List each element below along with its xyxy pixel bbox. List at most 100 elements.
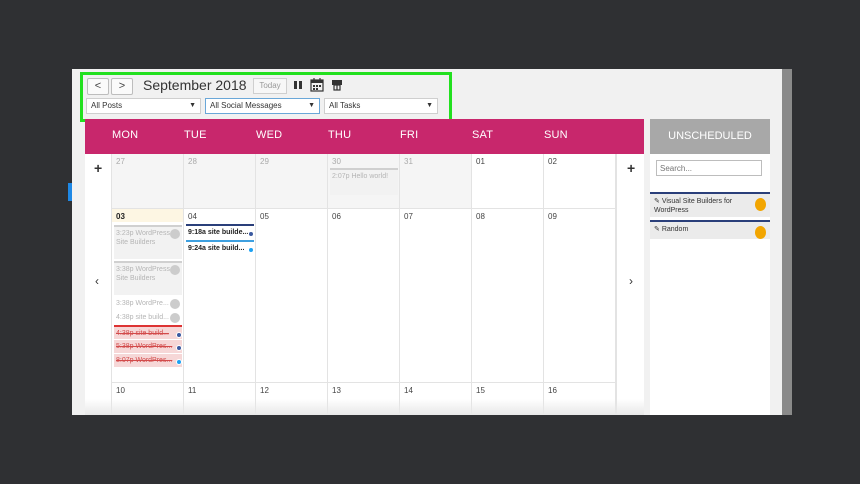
event-label: 3:38p WordPress Site Builders (116, 266, 170, 282)
day-number: 29 (260, 157, 269, 166)
event-label: 9:24a site build... (188, 245, 245, 252)
chevron-down-icon: ▼ (189, 102, 196, 109)
facebook-icon (248, 231, 254, 237)
calendar-app: < > September 2018 Today All Posts ▼ All… (72, 69, 792, 415)
avatar (170, 265, 180, 275)
day-cell[interactable]: 05 (256, 209, 328, 383)
day-cell[interactable]: 27 (112, 154, 184, 209)
day-number: 07 (404, 212, 413, 221)
chevron-down-icon: ▼ (426, 102, 433, 109)
day-cell-today[interactable]: 03 3:23p WordPress Site Builders 3:38p W… (112, 209, 184, 383)
author-avatar (755, 226, 766, 239)
day-cell[interactable]: 06 (328, 209, 400, 383)
day-number: 02 (548, 157, 557, 166)
event-label: 9:18a site builde... (188, 229, 249, 236)
day-number: 11 (188, 386, 197, 395)
event-label: 2:07p Hello world! (332, 173, 389, 180)
pencil-icon: ✎ (654, 226, 662, 233)
failed-event[interactable]: 8:07p WordPres... (114, 354, 182, 367)
add-event-button[interactable]: + (94, 160, 102, 176)
next-month-button[interactable]: > (111, 78, 133, 95)
avatar (170, 229, 180, 239)
calendar-event[interactable]: 2:07p Hello world! (330, 168, 398, 195)
day-cell[interactable]: 08 (472, 209, 544, 383)
day-cell[interactable]: 29 (256, 154, 328, 209)
calendar-event[interactable]: 3:23p WordPress Site Builders (114, 225, 182, 259)
pause-icon[interactable] (291, 77, 305, 93)
day-cell[interactable]: 28 (184, 154, 256, 209)
day-number: 15 (476, 386, 485, 395)
day-cell[interactable]: 04 9:18a site builde... 9:24a site build… (184, 209, 256, 383)
calendar-event[interactable]: 3:38p WordPress Site Builders (114, 261, 182, 295)
day-number: 28 (188, 157, 197, 166)
twitter-icon (248, 247, 254, 253)
prev-month-button[interactable]: < (87, 78, 109, 95)
social-messages-filter-select[interactable]: All Social Messages ▼ (205, 98, 320, 114)
avatar (170, 299, 180, 309)
social-messages-filter-value: All Social Messages (210, 101, 282, 110)
failed-event[interactable]: 4:38p site build... (114, 325, 182, 339)
dayname-mon: MON (112, 129, 139, 141)
day-cell[interactable]: 01 (472, 154, 544, 209)
event-label: 3:38p WordPre... (116, 300, 169, 307)
day-cell[interactable]: 09 (544, 209, 616, 383)
facebook-icon (176, 345, 182, 351)
calendar-icon[interactable] (310, 77, 324, 93)
unscheduled-item[interactable]: ✎ Random (650, 220, 770, 239)
author-avatar (755, 198, 766, 211)
tasks-filter-value: All Tasks (329, 101, 361, 110)
add-event-button[interactable]: + (627, 160, 635, 176)
calendar-grid: + ‹ + › 27 28 29 30 2:07p Hello world! 3… (85, 154, 644, 415)
tasks-filter-select[interactable]: All Tasks ▼ (324, 98, 438, 114)
day-number: 31 (404, 157, 413, 166)
posts-filter-select[interactable]: All Posts ▼ (86, 98, 201, 114)
chevron-down-icon: ▼ (308, 102, 315, 109)
calendar-event[interactable]: 3:38p WordPre... (114, 297, 182, 309)
calendar-day-header: MON TUE WED THU FRI SAT SUN (85, 119, 644, 154)
day-number: 16 (548, 386, 557, 395)
day-cell[interactable]: 02 (544, 154, 616, 209)
day-number: 05 (260, 212, 269, 221)
day-number: 14 (404, 386, 413, 395)
next-week-button[interactable]: › (629, 274, 633, 288)
dayname-wed: WED (256, 129, 283, 141)
calendar-event[interactable]: 9:24a site build... (186, 240, 254, 254)
print-icon[interactable] (330, 77, 344, 93)
day-number: 01 (476, 157, 485, 166)
day-cell[interactable]: 31 (400, 154, 472, 209)
avatar (170, 313, 180, 323)
unscheduled-item[interactable]: ✎ Visual Site Builders for WordPress (650, 192, 770, 217)
previous-week-button[interactable]: ‹ (95, 274, 99, 288)
dayname-fri: FRI (400, 129, 419, 141)
calendar-event[interactable]: 9:18a site builde... (186, 224, 254, 238)
event-label: 4:38p site build... (116, 314, 169, 321)
failed-event[interactable]: 5:38p WordPres... (114, 340, 182, 353)
day-cell[interactable]: 07 (400, 209, 472, 383)
dayname-sun: SUN (544, 129, 568, 141)
event-label: 8:07p WordPres... (116, 357, 173, 364)
unscheduled-search-input[interactable] (656, 160, 762, 176)
twitter-icon (176, 359, 182, 365)
day-number: 27 (116, 157, 125, 166)
bottom-fade (85, 399, 644, 415)
pencil-icon: ✎ (654, 198, 662, 205)
day-number: 30 (332, 157, 341, 166)
facebook-icon (176, 332, 182, 338)
day-number: 03 (116, 212, 125, 221)
day-cell[interactable]: 30 2:07p Hello world! (328, 154, 400, 209)
unscheduled-item-label: Visual Site Builders for WordPress (654, 198, 733, 214)
posts-filter-value: All Posts (91, 101, 123, 110)
day-number: 09 (548, 212, 557, 221)
calendar-event[interactable]: 4:38p site build... (114, 311, 182, 323)
unscheduled-panel: ✎ Visual Site Builders for WordPress ✎ R… (650, 154, 770, 415)
day-number: 04 (188, 212, 197, 221)
day-number: 08 (476, 212, 485, 221)
unscheduled-header: UNSCHEDULED (650, 119, 770, 154)
today-button[interactable]: Today (253, 78, 287, 94)
scrollbar[interactable] (782, 69, 792, 415)
day-number: 13 (332, 386, 341, 395)
event-label: 4:38p site build... (116, 330, 169, 337)
event-label: 5:38p WordPres... (116, 343, 173, 350)
right-gutter: + › (616, 154, 644, 415)
dayname-thu: THU (328, 129, 352, 141)
